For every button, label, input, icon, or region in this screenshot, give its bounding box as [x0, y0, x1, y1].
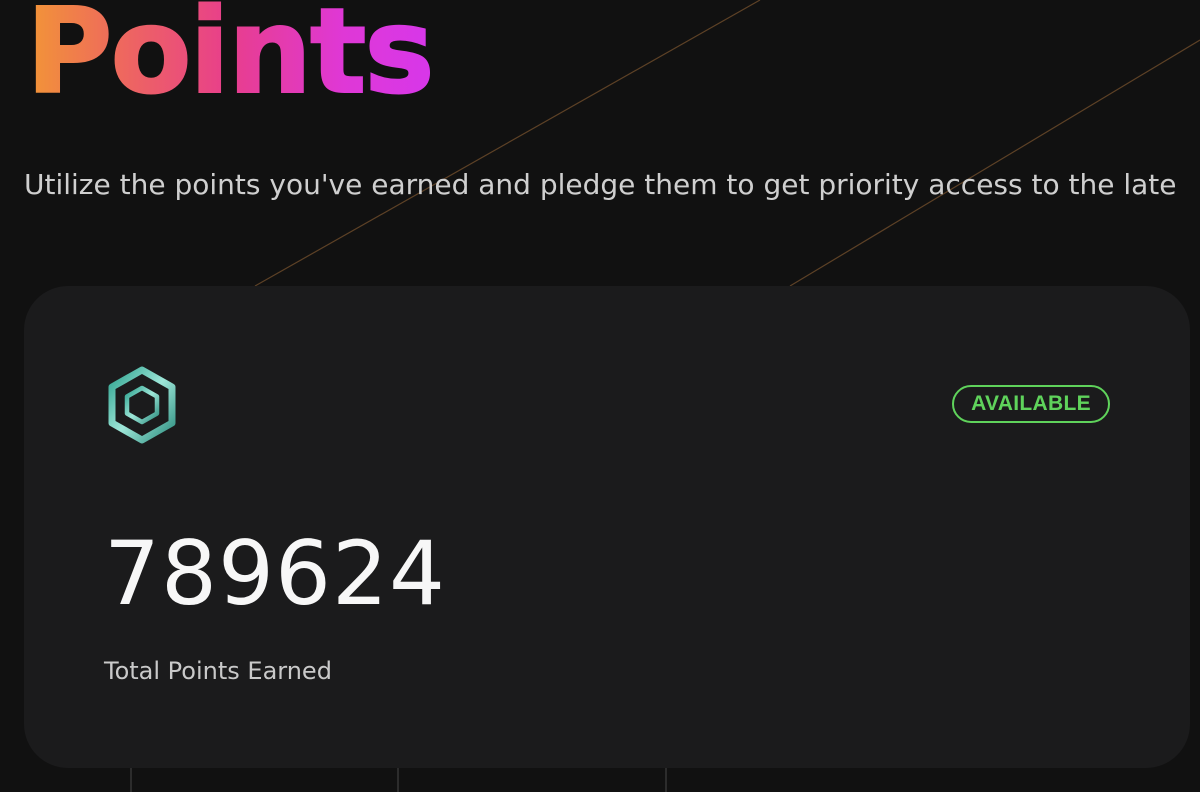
- total-points-label: Total Points Earned: [104, 657, 332, 685]
- total-points-value: 789624: [104, 522, 446, 625]
- column-divider: [397, 768, 399, 792]
- column-divider: [130, 768, 132, 792]
- points-card: AVAILABLE 789624 Total Points Earned: [24, 286, 1190, 768]
- status-badge: AVAILABLE: [952, 385, 1110, 423]
- column-divider: [665, 768, 667, 792]
- hexagon-token-icon: [104, 364, 180, 446]
- page-description: Utilize the points you've earned and ple…: [24, 168, 1177, 201]
- page-title: Points: [25, 0, 436, 111]
